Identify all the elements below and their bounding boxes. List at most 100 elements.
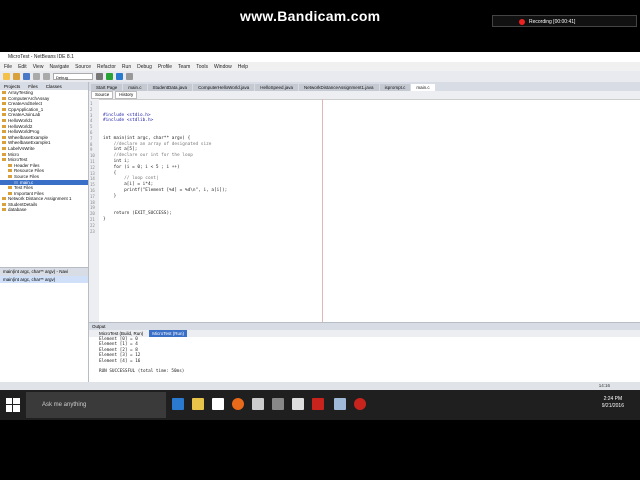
tree-item-label: Source Files <box>14 173 40 179</box>
code-line: printf("Element [%d] = %d\n", i, a[i]); <box>103 188 228 193</box>
editor-tab[interactable]: main.c <box>411 84 435 91</box>
tree-item-label: HelloWorld2 <box>8 123 33 129</box>
firefox-icon[interactable] <box>232 398 244 410</box>
code-line: #include <stdlib.h> <box>103 118 154 124</box>
menu-item[interactable]: Profile <box>158 64 172 70</box>
folder-icon <box>2 158 6 162</box>
tree-item-label: MicroTest <box>8 157 28 163</box>
folder-icon <box>2 91 6 94</box>
editor-tab[interactable]: isprompt.c <box>379 84 411 91</box>
folder-icon <box>8 163 12 167</box>
editor-tab[interactable]: HelloSpeed.java <box>255 84 299 91</box>
line-number: 12 <box>90 164 95 170</box>
navigator-panel: main(int argc, char** argv) - Navi main(… <box>0 267 88 383</box>
store-icon[interactable] <box>212 398 224 410</box>
tree-item-label: ArrayTesting <box>8 90 34 95</box>
line-number: 8 <box>90 141 93 147</box>
menu-item[interactable]: File <box>4 64 12 70</box>
line-number: 4 <box>90 118 93 124</box>
code-line: // loop cont| <box>103 176 159 182</box>
editor-tab[interactable]: Start Page <box>91 84 123 91</box>
debug-icon[interactable] <box>116 73 123 80</box>
run-icon[interactable] <box>106 73 113 80</box>
line-number: 22 <box>90 222 95 228</box>
editor-tab[interactable]: StudentData.java <box>147 84 193 91</box>
window-title: MicroTest - NetBeans IDE 8.1 <box>8 54 74 60</box>
line-number: 15 <box>90 182 95 188</box>
tree-item-label: Micro <box>8 151 19 157</box>
folder-icon <box>2 124 6 128</box>
bandicam-icon[interactable] <box>354 398 366 410</box>
record-dot-icon <box>519 19 525 25</box>
folder-icon <box>2 102 6 106</box>
tree-item-label: WheelbaseExample1 <box>8 140 51 146</box>
new-project-icon[interactable] <box>3 73 10 80</box>
tree-item-label: LabelVsWrite <box>8 145 35 151</box>
menu-item[interactable]: Source <box>75 64 91 70</box>
navigator-item[interactable]: main(int argc, char** argv) <box>0 276 88 283</box>
code-line: int main(int argc, char** argv) { <box>103 135 191 141</box>
project-tree: ArrayTesting ComputerArchAssay CreateAndSe… <box>0 90 88 213</box>
menu-item[interactable]: Run <box>122 64 131 70</box>
source-tab[interactable]: Source <box>91 91 114 99</box>
menu-item[interactable]: View <box>33 64 44 70</box>
projects-tabs: Projects Files Classes <box>0 82 88 90</box>
tree-item-label: WheelbaseExample <box>8 134 49 140</box>
line-number: 10 <box>90 153 95 159</box>
output-tab[interactable]: MicroTest (Build, Run) <box>99 330 143 337</box>
menu-item[interactable]: Refactor <box>97 64 116 70</box>
file-explorer-icon[interactable] <box>192 398 204 410</box>
editor-tab[interactable]: main.c <box>123 84 147 91</box>
code-line: //declare an array of designated size <box>103 141 212 147</box>
edge-browser-icon[interactable] <box>172 398 184 410</box>
right-margin-line <box>322 99 323 322</box>
tree-item-label: main.c <box>20 179 34 185</box>
code-line: #include <stdio.h> <box>103 112 151 118</box>
notepad-icon[interactable] <box>292 398 304 410</box>
tree-item-label: Network Distance Assignment 1 <box>8 196 72 202</box>
history-tab[interactable]: History <box>115 91 138 99</box>
netbeans-icon[interactable] <box>334 398 346 410</box>
code-line: //declare our int for the loop <box>103 153 193 159</box>
save-all-icon[interactable] <box>23 73 30 80</box>
menu-item[interactable]: Tools <box>196 64 208 70</box>
tree-item-label: database <box>8 207 27 213</box>
redo-icon[interactable] <box>43 73 50 80</box>
code-line: int i; <box>103 159 130 164</box>
tree-item[interactable]: database <box>0 207 88 213</box>
line-number: 5 <box>90 124 93 130</box>
open-project-icon[interactable] <box>13 73 20 80</box>
bandicam-watermark: www.Bandicam.com <box>240 8 381 24</box>
menu-item[interactable]: Navigate <box>49 64 69 70</box>
output-line: RUN SUCCESSFUL (total time: 50ms) <box>99 369 185 375</box>
profile-icon[interactable] <box>126 73 133 80</box>
folder-icon <box>8 186 12 190</box>
line-number: 1 <box>90 101 93 106</box>
navigator-header: main(int argc, char** argv) - Navi <box>0 268 88 276</box>
projects-tab[interactable]: Files <box>28 84 38 89</box>
menu-item[interactable]: Help <box>238 64 248 70</box>
output-tabs: MicroTest (Build, Run) MicroTest (Run) <box>89 330 640 337</box>
editor-tab[interactable]: ComputerHelloWorld.java <box>193 84 255 91</box>
output-tab[interactable]: MicroTest (Run) <box>149 330 188 337</box>
taskbar-clock[interactable]: 2:24 PM 9/21/2016 <box>602 396 624 410</box>
code-area[interactable]: 1 2 3 #include <stdio.h> 4 #include <stdlib.h… <box>89 99 640 322</box>
menu-item[interactable]: Team <box>178 64 190 70</box>
projects-tab[interactable]: Projects <box>4 84 20 89</box>
calculator-icon[interactable] <box>252 398 264 410</box>
configuration-select[interactable]: Debug <box>53 73 93 80</box>
recording-label: Recording [00:00:41] <box>529 19 576 25</box>
projects-tab[interactable]: Classes <box>46 84 62 89</box>
cortana-search-box[interactable]: Ask me anything <box>26 392 166 418</box>
folder-icon <box>2 141 6 145</box>
output-console[interactable]: Element [0] = 0 Element [1] = 4 Element [2… <box>89 337 640 375</box>
menu-item[interactable]: Edit <box>18 64 27 70</box>
menu-item[interactable]: Debug <box>137 64 152 70</box>
menu-item[interactable]: Window <box>214 64 232 70</box>
editor-tab[interactable]: NetworkDistanceAssignment1.java <box>299 84 379 91</box>
snipping-tool-icon[interactable] <box>272 398 284 410</box>
undo-icon[interactable] <box>33 73 40 80</box>
acrobat-icon[interactable] <box>312 398 324 410</box>
windows-start-icon[interactable] <box>6 398 20 412</box>
build-icon[interactable] <box>96 73 103 80</box>
